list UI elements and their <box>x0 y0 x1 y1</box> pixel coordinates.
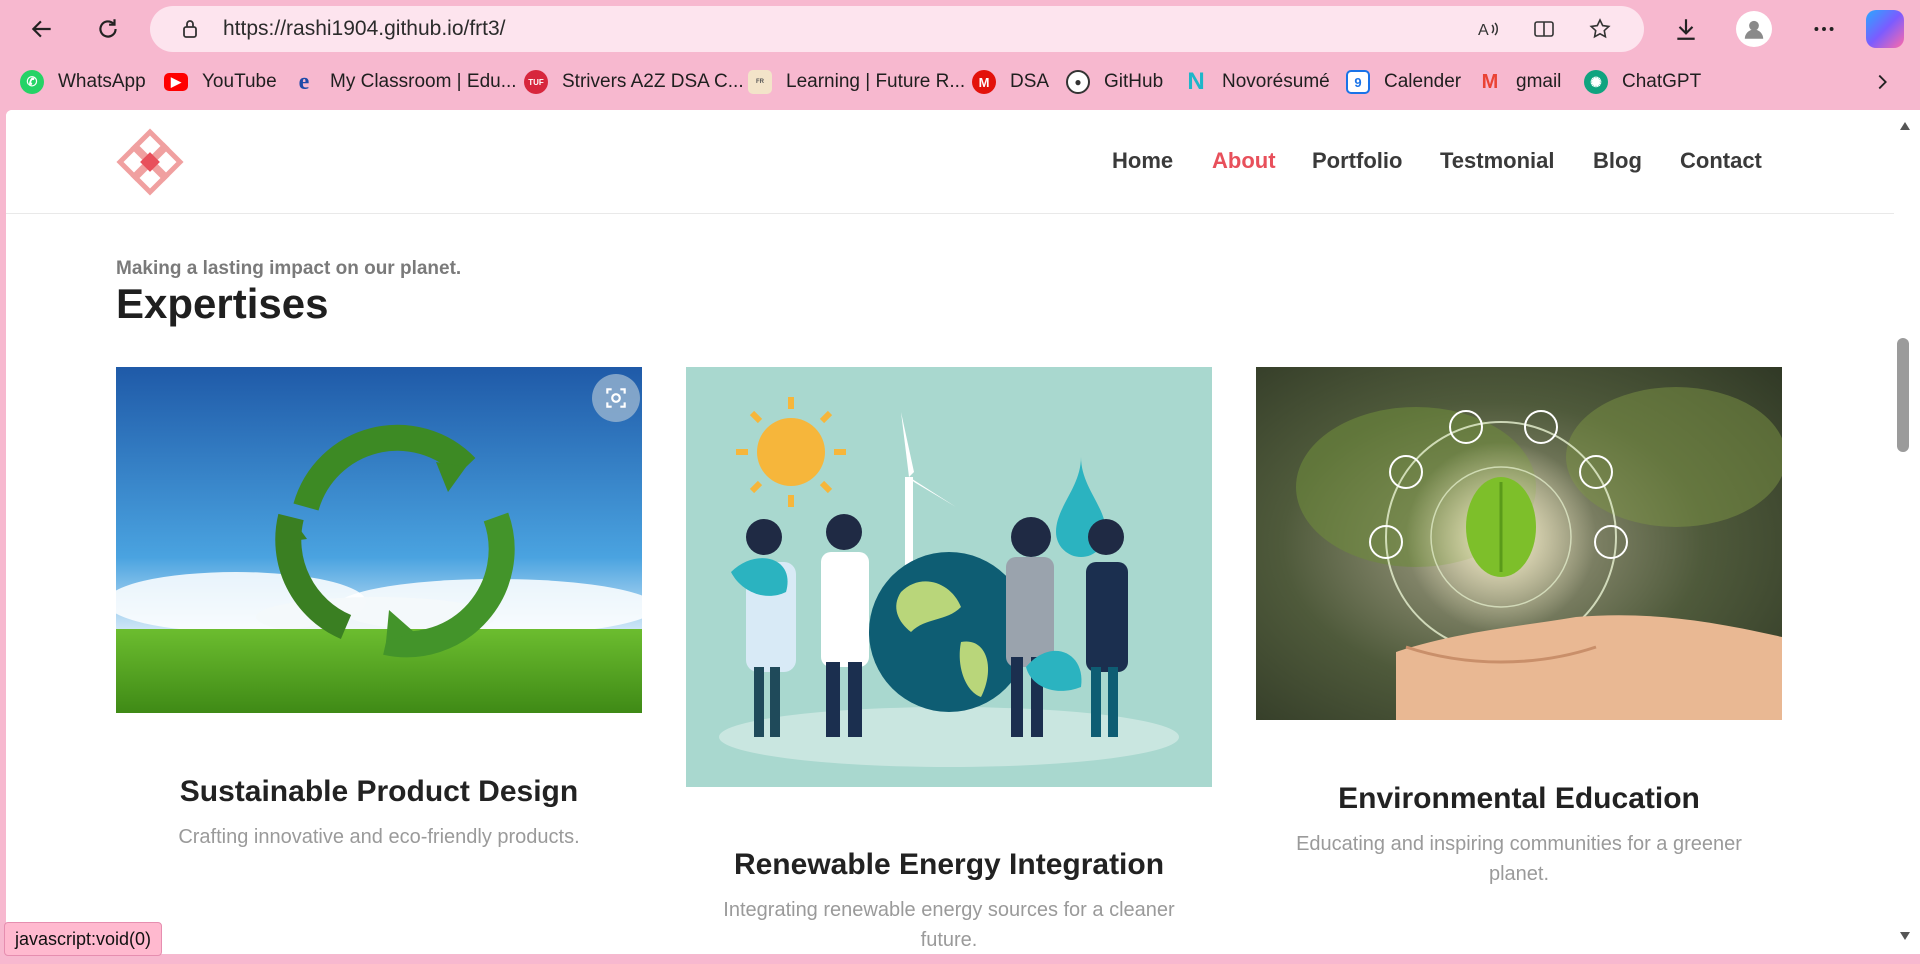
address-bar[interactable]: https://rashi1904.github.io/frt3/ A <box>150 6 1644 52</box>
bookmark-dsa[interactable]: M DSA <box>972 68 1049 96</box>
svg-text:A: A <box>1478 22 1489 39</box>
future-ready-icon: FR <box>748 70 772 94</box>
visual-search-icon[interactable] <box>592 374 640 422</box>
nav-portfolio[interactable]: Portfolio <box>1312 148 1402 174</box>
bookmark-github[interactable]: ● GitHub <box>1066 68 1163 96</box>
immersive-reader-icon[interactable] <box>1530 15 1558 43</box>
bookmark-label: ChatGPT <box>1622 71 1702 92</box>
edureka-icon: e <box>298 68 310 95</box>
copilot-icon[interactable] <box>1866 10 1904 48</box>
refresh-icon[interactable] <box>88 9 128 49</box>
favorite-star-icon[interactable] <box>1586 15 1614 43</box>
bookmark-future-ready[interactable]: FR Learning | Future R... <box>748 68 965 96</box>
gmail-icon: M <box>1481 70 1499 93</box>
calendar-icon: 9 <box>1346 70 1370 94</box>
card-title: Renewable Energy Integration <box>733 848 1165 881</box>
browser-window: https://rashi1904.github.io/frt3/ A ✆ Wh… <box>0 0 1920 964</box>
card-title: Environmental Education <box>1338 782 1700 815</box>
scroll-thumb[interactable] <box>1897 338 1909 452</box>
bookmark-label: Novorésumé <box>1222 71 1330 92</box>
profile-avatar[interactable] <box>1736 11 1772 47</box>
novoresume-icon: N <box>1187 68 1205 95</box>
card-description: Educating and inspiring communities for … <box>1296 833 1742 885</box>
section-subtitle: Making a lasting impact on our planet. <box>116 258 462 279</box>
tuf-icon: TUF <box>524 70 548 94</box>
whatsapp-icon: ✆ <box>20 70 44 94</box>
hand-leaf-image <box>1256 367 1782 720</box>
scroll-up-icon[interactable] <box>1896 118 1914 134</box>
bookmark-calendar[interactable]: 9 Calender <box>1346 68 1461 96</box>
bookmark-label: DSA <box>1010 71 1050 92</box>
page-scrollbar[interactable] <box>1894 110 1920 954</box>
scroll-down-icon[interactable] <box>1896 928 1914 944</box>
bookmark-label: Calender <box>1384 71 1462 92</box>
bookmark-youtube[interactable]: ▶ YouTube <box>164 68 277 96</box>
bookmark-label: WhatsApp <box>58 71 146 92</box>
bookmark-whatsapp[interactable]: ✆ WhatsApp <box>20 68 146 96</box>
more-options-icon[interactable] <box>1804 9 1844 49</box>
chevron-right-icon[interactable] <box>1868 68 1896 96</box>
read-aloud-icon[interactable]: A <box>1474 15 1502 43</box>
card-description: Crafting innovative and eco-friendly pro… <box>178 826 580 848</box>
bookmark-label: Learning | Future R... <box>786 71 966 92</box>
browser-toolbar: https://rashi1904.github.io/frt3/ A <box>0 0 1920 58</box>
bookmark-label: My Classroom | Edu... <box>330 71 517 92</box>
chatgpt-icon: ✺ <box>1584 70 1608 94</box>
nav-blog[interactable]: Blog <box>1593 148 1642 174</box>
nav-contact[interactable]: Contact <box>1680 148 1762 174</box>
bookmarks-bar: ✆ WhatsApp ▶ YouTube e My Classroom | Ed… <box>0 60 1920 104</box>
bookmark-gmail[interactable]: M gmail <box>1478 68 1562 96</box>
nav-testmonial[interactable]: Testmonial <box>1440 148 1555 174</box>
bookmark-edureka[interactable]: e My Classroom | Edu... <box>292 68 517 96</box>
card-description: Integrating renewable energy sources for… <box>723 899 1175 951</box>
nav-about[interactable]: About <box>1212 148 1276 174</box>
page-viewport: Making a lasting impact on our planet. E… <box>6 110 1894 954</box>
download-icon[interactable] <box>1666 9 1706 49</box>
status-bar-link: javascript:void(0) <box>4 922 163 956</box>
dsa-icon: M <box>972 70 996 94</box>
bookmark-chatgpt[interactable]: ✺ ChatGPT <box>1584 68 1701 96</box>
recycle-grass-image <box>116 367 642 713</box>
back-icon[interactable] <box>22 9 62 49</box>
bookmark-label: GitHub <box>1104 71 1164 92</box>
url-text[interactable]: https://rashi1904.github.io/frt3/ <box>223 17 506 41</box>
section-title: Expertises <box>116 280 329 327</box>
github-icon: ● <box>1066 70 1090 94</box>
nav-home[interactable]: Home <box>1112 148 1173 174</box>
card-title: Sustainable Product Design <box>179 775 579 808</box>
bookmark-strivers[interactable]: TUF Strivers A2Z DSA C... <box>524 68 744 96</box>
youtube-icon: ▶ <box>164 73 188 91</box>
bookmark-label: Strivers A2Z DSA C... <box>562 71 744 92</box>
bookmark-novoresume[interactable]: N Novorésumé <box>1184 68 1330 96</box>
bookmark-label: YouTube <box>202 71 277 92</box>
bookmark-label: gmail <box>1516 71 1562 92</box>
lock-icon[interactable] <box>176 15 204 43</box>
people-earth-illustration <box>686 367 1212 787</box>
site-logo[interactable] <box>116 128 184 196</box>
